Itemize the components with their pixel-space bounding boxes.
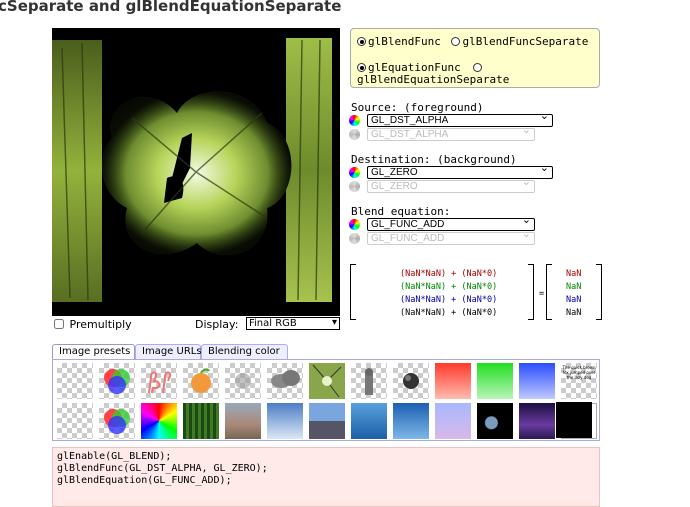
right-bracket xyxy=(528,264,534,320)
preset-transparent-2[interactable] xyxy=(57,403,93,439)
result-green: NaN xyxy=(566,282,582,292)
preset-road[interactable] xyxy=(309,403,345,439)
tab-blending-color[interactable]: Blending color xyxy=(201,344,288,359)
color-wheel-icon xyxy=(349,167,360,178)
blend-func-radio[interactable] xyxy=(357,37,366,46)
image-presets-panel: The quick brown fox jumped over the lazy… xyxy=(52,359,600,441)
equation-alpha-select: GL_FUNC_ADD xyxy=(367,229,535,245)
equation-rgb-value: GL_FUNC_ADD xyxy=(371,219,445,230)
preset-ocean[interactable] xyxy=(351,403,387,439)
premultiply-checkbox[interactable] xyxy=(54,319,64,329)
display-select-value: Final RGB xyxy=(249,318,297,329)
source-alpha-value: GL_DST_ALPHA xyxy=(371,129,449,140)
blend-func-separate-label: glBlendFuncSeparate xyxy=(462,35,589,48)
source-alpha-select: GL_DST_ALPHA xyxy=(367,125,535,141)
equation-alpha-value: GL_FUNC_ADD xyxy=(371,233,445,244)
right-bracket xyxy=(596,264,602,320)
equation-label: Blend equation: xyxy=(351,205,451,218)
alpha-wheel-icon xyxy=(349,129,360,140)
preset-statue[interactable] xyxy=(351,363,387,399)
alpha-wheel-icon xyxy=(349,181,360,192)
blend-func-label: glBlendFunc xyxy=(368,35,441,48)
left-bracket xyxy=(546,264,552,320)
premultiply-control[interactable]: Premultiply xyxy=(54,318,132,331)
formula-line-blue: (NaN*NaN) + (NaN*0) xyxy=(400,295,498,305)
code-line: glBlendFunc(GL_DST_ALPHA, GL_ZERO); xyxy=(57,463,268,474)
preset-green-gradient[interactable] xyxy=(477,363,513,399)
function-chooser: glBlendFunc glBlendFuncSeparate glEquati… xyxy=(350,28,600,88)
equation-func-radio[interactable] xyxy=(357,63,366,72)
preset-color-circles[interactable] xyxy=(99,363,135,399)
blend-func-separate-radio[interactable] xyxy=(451,37,461,46)
source-rgb-value: GL_DST_ALPHA xyxy=(371,115,449,126)
preset-black[interactable] xyxy=(556,402,592,438)
color-wheel-icon xyxy=(349,115,360,126)
preset-red-gradient[interactable] xyxy=(435,363,471,399)
preset-trees[interactable] xyxy=(309,363,345,399)
preset-color-circles-2[interactable] xyxy=(99,403,135,439)
destination-alpha-select: GL_ZERO xyxy=(367,177,535,193)
blend-equation-separate-label: glBlendEquationSeparate xyxy=(357,73,510,86)
premultiply-label: Premultiply xyxy=(69,318,132,331)
formula-line-green: (NaN*NaN) + (NaN*0) xyxy=(400,282,498,292)
preset-hue-wheel[interactable] xyxy=(141,403,177,439)
code-line: glBlendEquation(GL_FUNC_ADD); xyxy=(57,475,232,486)
generated-code: glEnable(GL_BLEND); glBlendFunc(GL_DST_A… xyxy=(52,447,600,507)
destination-alpha-value: GL_ZERO xyxy=(371,181,418,192)
preset-forest[interactable] xyxy=(183,403,219,439)
blend-equation-separate-radio[interactable] xyxy=(473,63,483,72)
preset-sphere[interactable] xyxy=(225,363,261,399)
preset-transparent[interactable] xyxy=(57,363,93,399)
preset-text[interactable]: The quick brown fox jumped over the lazy… xyxy=(561,363,597,399)
destination-rgb-value: GL_ZERO xyxy=(371,167,418,178)
tab-image-presets[interactable]: Image presets xyxy=(52,344,135,360)
preset-blue-gradient[interactable] xyxy=(519,363,555,399)
formula-line-alpha: (NaN*NaN) + (NaN*0) xyxy=(400,308,498,318)
preset-flamingos[interactable] xyxy=(141,363,177,399)
preset-peach[interactable] xyxy=(183,363,219,399)
source-label: Source: (foreground) xyxy=(351,101,484,114)
result-blue: NaN xyxy=(566,295,582,305)
preset-rock[interactable] xyxy=(393,363,429,399)
equation-rgb-select[interactable]: GL_FUNC_ADD xyxy=(367,215,535,231)
blend-result-canvas xyxy=(52,28,340,316)
preset-underwater[interactable] xyxy=(393,403,429,439)
preset-clouds[interactable] xyxy=(267,363,303,399)
preset-rocks[interactable] xyxy=(225,403,261,439)
display-label: Display: xyxy=(195,318,239,331)
result-alpha: NaN xyxy=(566,308,582,318)
formula-line-red: (NaN*NaN) + (NaN*0) xyxy=(400,269,498,279)
color-wheel-icon xyxy=(349,219,360,230)
preset-sky-clouds[interactable] xyxy=(267,403,303,439)
result-red: NaN xyxy=(566,269,582,279)
equals-sign: = xyxy=(539,289,545,299)
preset-haze[interactable] xyxy=(435,403,471,439)
page-title: cSeparate and glBlendEquationSeparate xyxy=(0,0,342,15)
alpha-wheel-icon xyxy=(349,233,360,244)
blend-formula: (NaN*NaN) + (NaN*0) (NaN*NaN) + (NaN*0) … xyxy=(350,264,602,322)
tab-image-urls[interactable]: Image URLs xyxy=(135,344,202,359)
code-line: glEnable(GL_BLEND); xyxy=(57,451,172,462)
destination-label: Destination: (background) xyxy=(351,153,517,166)
display-select[interactable]: Final RGB xyxy=(246,317,340,330)
preset-night-sky[interactable] xyxy=(519,403,555,439)
left-bracket xyxy=(350,264,356,320)
preset-moon[interactable] xyxy=(477,403,513,439)
